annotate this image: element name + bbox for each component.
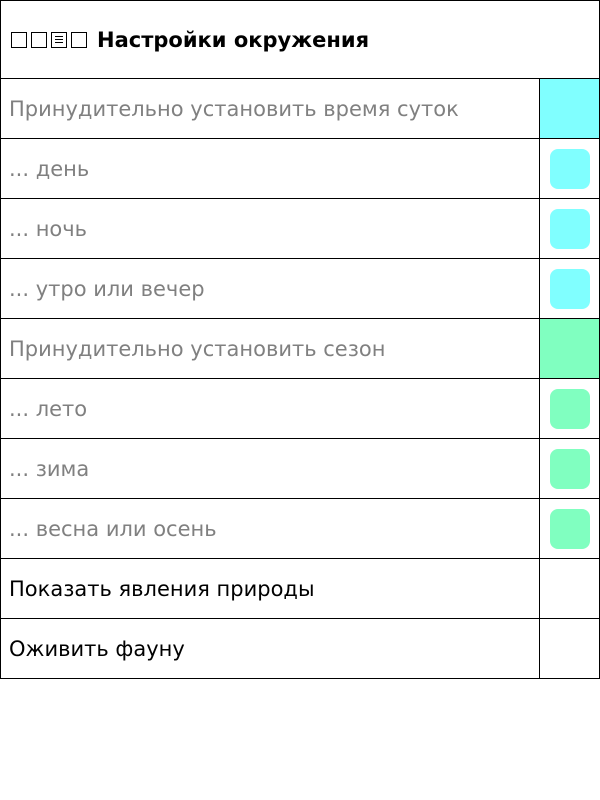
season-summer-button[interactable] [549, 388, 590, 429]
header-icons [11, 31, 87, 48]
square-icon [71, 31, 87, 48]
time-night-cell [539, 199, 599, 258]
season-summer-cell [539, 379, 599, 438]
time-night-button[interactable] [549, 208, 590, 249]
time-day-label: ... день [9, 156, 90, 181]
season-winter-label: ... зима [9, 456, 90, 481]
time-morning-evening-label: ... утро или вечер [9, 276, 205, 301]
time-morning-evening-row[interactable]: ... утро или вечер [1, 259, 599, 319]
force-time-of-day-row[interactable]: Принудительно установить время суток [1, 79, 599, 139]
animate-fauna-label: Оживить фауну [9, 636, 185, 661]
season-winter-cell [539, 439, 599, 498]
time-morning-evening-button[interactable] [549, 268, 590, 309]
season-winter-button[interactable] [549, 448, 590, 489]
animate-fauna-toggle[interactable] [539, 619, 599, 678]
page-title: Настройки окружения [97, 27, 370, 52]
force-season-label: Принудительно установить сезон [9, 336, 386, 361]
force-season-toggle[interactable] [539, 319, 599, 378]
force-time-of-day-label: Принудительно установить время суток [9, 96, 459, 121]
season-winter-row[interactable]: ... зима [1, 439, 599, 499]
season-summer-row[interactable]: ... лето [1, 379, 599, 439]
season-summer-label: ... лето [9, 396, 88, 421]
force-time-of-day-toggle[interactable] [539, 79, 599, 138]
season-spring-autumn-label: ... весна или осень [9, 516, 217, 541]
animate-fauna-row[interactable]: Оживить фауну [1, 619, 599, 679]
show-nature-phenomena-row[interactable]: Показать явления природы [1, 559, 599, 619]
time-day-row[interactable]: ... день [1, 139, 599, 199]
settings-panel: Настройки окружения Принудительно устано… [0, 0, 600, 679]
time-day-cell [539, 139, 599, 198]
header: Настройки окружения [1, 1, 599, 79]
square-icon [31, 31, 47, 48]
season-spring-autumn-button[interactable] [549, 508, 590, 549]
show-nature-phenomena-toggle[interactable] [539, 559, 599, 618]
season-spring-autumn-row[interactable]: ... весна или осень [1, 499, 599, 559]
time-morning-evening-cell [539, 259, 599, 318]
show-nature-phenomena-label: Показать явления природы [9, 576, 315, 601]
square-icon [11, 31, 27, 48]
season-spring-autumn-cell [539, 499, 599, 558]
force-season-row[interactable]: Принудительно установить сезон [1, 319, 599, 379]
list-icon [51, 31, 67, 48]
time-night-label: ... ночь [9, 216, 88, 241]
time-day-button[interactable] [549, 148, 590, 189]
time-night-row[interactable]: ... ночь [1, 199, 599, 259]
